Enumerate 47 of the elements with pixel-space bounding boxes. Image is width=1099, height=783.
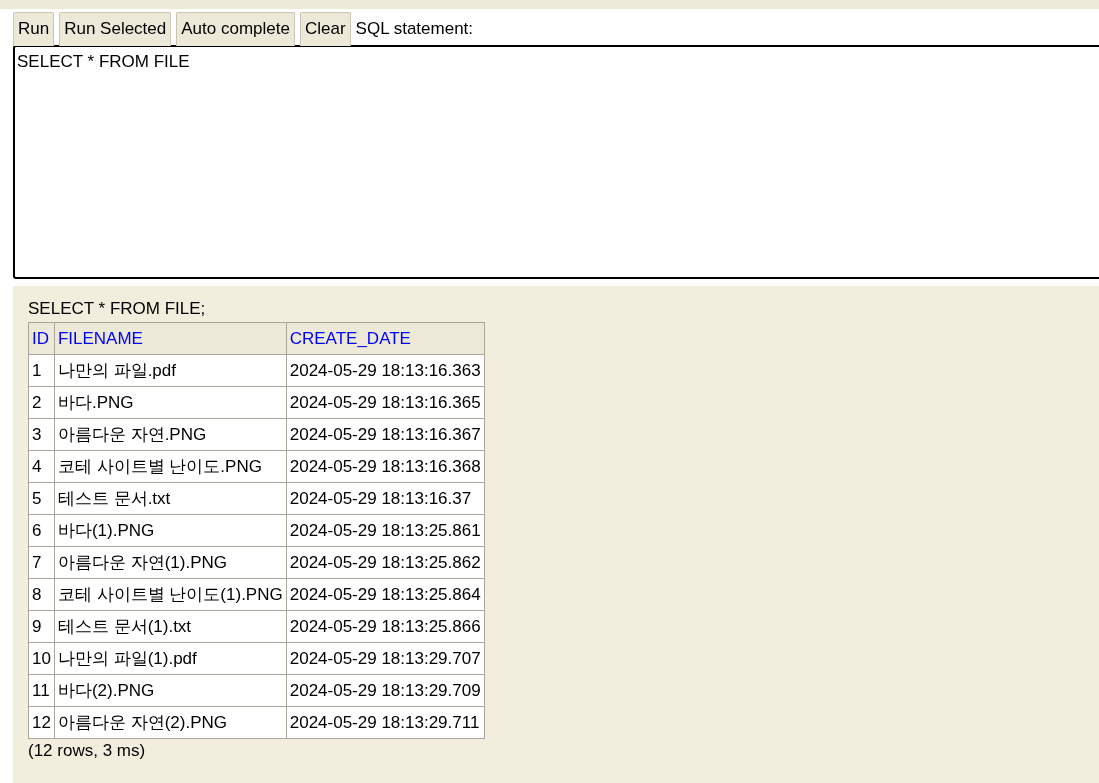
toolbar-button[interactable]: Auto complete: [176, 12, 295, 46]
table-cell: 2024-05-29 18:13:25.864: [286, 578, 485, 611]
table-cell: 2024-05-29 18:13:25.862: [286, 546, 485, 579]
table-cell: 2024-05-29 18:13:16.365: [286, 386, 485, 419]
table-cell: 2024-05-29 18:13:16.37: [286, 482, 485, 515]
table-cell: 나만의 파일.pdf: [54, 354, 287, 387]
query-text: SELECT * FROM FILE;: [28, 299, 207, 319]
table-cell: 아름다운 자연(2).PNG: [54, 706, 287, 739]
table-cell: 바다(2).PNG: [54, 674, 287, 707]
table-cell: 2024-05-29 18:13:16.367: [286, 418, 485, 451]
table-cell: 4: [28, 450, 55, 483]
table-cell: 8: [28, 578, 55, 611]
table-cell: 2: [28, 386, 55, 419]
sql-statement-label: SQL statement:: [355, 19, 474, 39]
toolbar-button[interactable]: Run Selected: [59, 12, 172, 46]
table-cell: 코테 사이트별 난이도.PNG: [54, 450, 287, 483]
table-cell: 5: [28, 482, 55, 515]
table-cell: 1: [28, 354, 55, 387]
table-cell: 테스트 문서(1).txt: [54, 610, 287, 643]
table-cell: 2024-05-29 18:13:29.709: [286, 674, 485, 707]
table-cell: 11: [28, 674, 55, 707]
table-cell: 코테 사이트별 난이도(1).PNG: [54, 578, 287, 611]
table-cell: 2024-05-29 18:13:16.368: [286, 450, 485, 483]
table-cell: 2024-05-29 18:13:25.861: [286, 514, 485, 547]
table-cell: 바다(1).PNG: [54, 514, 287, 547]
table-cell: 테스트 문서.txt: [54, 482, 287, 515]
table-cell: 아름다운 자연(1).PNG: [54, 546, 287, 579]
table-cell: 3: [28, 418, 55, 451]
sql-editor-field[interactable]: SELECT * FROM FILE: [13, 45, 1099, 279]
table-cell: 아름다운 자연.PNG: [54, 418, 287, 451]
column-header[interactable]: FILENAME: [54, 322, 287, 355]
table-cell: 2024-05-29 18:13:29.711: [286, 706, 485, 739]
toolbar-button[interactable]: Clear: [299, 12, 351, 46]
table-cell: 2024-05-29 18:13:29.707: [286, 642, 485, 675]
table-cell: 2024-05-29 18:13:25.866: [286, 610, 485, 643]
column-header[interactable]: ID: [28, 322, 55, 355]
table-cell: 12: [28, 706, 55, 739]
table-cell: 10: [28, 642, 55, 675]
table-cell: 7: [28, 546, 55, 579]
table-cell: 2024-05-29 18:13:16.363: [286, 354, 485, 387]
toolbar-button[interactable]: Run: [13, 12, 55, 46]
table-cell: 나만의 파일(1).pdf: [54, 642, 287, 675]
column-header[interactable]: CREATE_DATE: [286, 322, 485, 355]
table-cell: 9: [28, 610, 55, 643]
row-count-text: (12 rows, 3 ms): [28, 741, 147, 761]
table-cell: 바다.PNG: [54, 386, 287, 419]
table-cell: 6: [28, 514, 55, 547]
